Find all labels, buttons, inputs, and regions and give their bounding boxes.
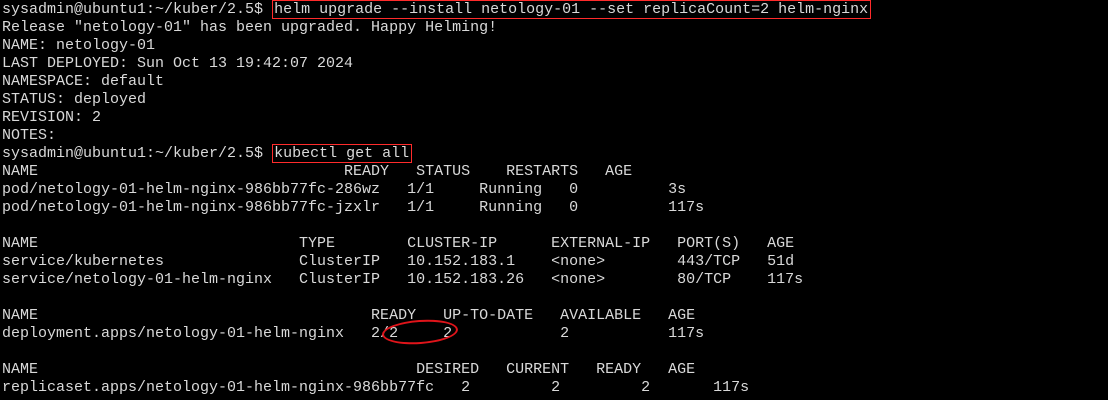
service-row: service/netology-01-helm-nginx ClusterIP…: [2, 271, 804, 288]
deployments-header: NAME READY UP-TO-DATE AVAILABLE AGE: [2, 307, 696, 324]
service-row: service/kubernetes ClusterIP 10.152.183.…: [2, 253, 795, 270]
pod-row: pod/netology-01-helm-nginx-986bb77fc-286…: [2, 181, 687, 198]
prompt-line-1: sysadmin@ubuntu1:~/kuber/2.5$ helm upgra…: [2, 0, 1108, 19]
pod-row: pod/netology-01-helm-nginx-986bb77fc-jzx…: [2, 199, 705, 216]
output-line: NAMESPACE: default: [2, 73, 165, 90]
output-line: Release "netology-01" has been upgraded.…: [2, 19, 498, 36]
terminal-window[interactable]: sysadmin@ubuntu1:~/kuber/2.5$ helm upgra…: [0, 0, 1108, 400]
replicasets-header: NAME DESIRED CURRENT READY AGE: [2, 361, 696, 378]
output-line: LAST DEPLOYED: Sun Oct 13 19:42:07 2024: [2, 55, 354, 72]
output-line: NAME: netology-01: [2, 37, 156, 54]
prompt: sysadmin@ubuntu1:~/kuber/2.5$: [2, 145, 264, 162]
services-header: NAME TYPE CLUSTER-IP EXTERNAL-IP PORT(S)…: [2, 235, 795, 252]
prompt: sysadmin@ubuntu1:~/kuber/2.5$: [2, 1, 264, 18]
output-line: REVISION: 2: [2, 109, 102, 126]
deployment-row: deployment.apps/netology-01-helm-nginx 2…: [2, 325, 705, 342]
prompt-line-2: sysadmin@ubuntu1:~/kuber/2.5$ kubectl ge…: [2, 144, 1108, 163]
replicaset-row: replicaset.apps/netology-01-helm-nginx-9…: [2, 379, 750, 396]
output-line: STATUS: deployed: [2, 91, 147, 108]
kubectl-get-all-command[interactable]: kubectl get all: [272, 144, 413, 163]
helm-upgrade-command[interactable]: helm upgrade --install netology-01 --set…: [272, 0, 872, 19]
output-line: NOTES:: [2, 127, 57, 144]
pods-header: NAME READY STATUS RESTARTS AGE: [2, 163, 633, 180]
